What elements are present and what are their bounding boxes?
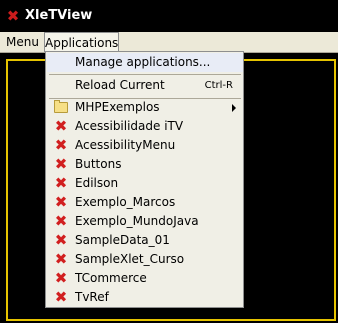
app-item[interactable]: ✖ TvRef [47,288,243,307]
menu-item-label: Acessibilidade iTV [75,119,184,133]
title-bar: ✖ XleTView [0,0,338,32]
manage-applications-item[interactable]: Manage applications... [47,53,243,72]
menu-item-label: TvRef [75,290,109,304]
menu-item-label: Edilson [75,176,119,190]
menu-item-label: Buttons [75,157,122,171]
x-icon: ✖ [6,7,20,25]
menu-bar: Menu Applications [0,32,338,53]
menu-item-label: Reload Current [75,78,165,92]
x-icon: ✖ [54,193,68,211]
menu-item-menu[interactable]: Menu [6,32,39,52]
applications-dropdown: Manage applications... Reload Current Ct… [45,51,244,308]
x-icon: ✖ [54,269,68,287]
app-item[interactable]: ✖ SampleXlet_Curso [47,250,243,269]
app-item[interactable]: ✖ Acessibilidade iTV [47,117,243,136]
x-icon: ✖ [54,136,68,154]
menu-item-label: Exemplo_MundoJava [75,214,199,228]
shortcut-label: Ctrl-R [204,80,233,91]
x-icon: ✖ [54,174,68,192]
reload-current-item[interactable]: Reload Current Ctrl-R [47,76,243,95]
menu-item-label: SampleXlet_Curso [75,252,185,266]
menu-item-label: AcessibilityMenu [75,138,176,152]
app-item[interactable]: ✖ Buttons [47,155,243,174]
app-item[interactable]: ✖ Edilson [47,174,243,193]
menu-item-label: Manage applications... [75,55,211,69]
menu-item-label: TCommerce [75,271,147,285]
x-icon: ✖ [54,231,68,249]
folder-item-mhpexemplos[interactable]: MHPExemplos [47,98,243,117]
folder-icon [54,100,68,113]
x-icon: ✖ [54,288,68,306]
window-title: XleTView [25,8,93,23]
app-item[interactable]: ✖ SampleData_01 [47,231,243,250]
x-icon: ✖ [54,250,68,268]
x-icon: ✖ [54,117,68,135]
app-item[interactable]: ✖ Exemplo_MundoJava [47,212,243,231]
submenu-arrow-icon [232,104,236,112]
app-item[interactable]: ✖ Exemplo_Marcos [47,193,243,212]
menu-item-label: SampleData_01 [75,233,170,247]
x-icon: ✖ [54,212,68,230]
menu-item-applications[interactable]: Applications [44,32,119,52]
menu-item-label: MHPExemplos [75,100,160,114]
app-item[interactable]: ✖ TCommerce [47,269,243,288]
menu-item-label: Exemplo_Marcos [75,195,176,209]
menu-separator [49,74,241,75]
x-icon: ✖ [54,155,68,173]
app-item[interactable]: ✖ AcessibilityMenu [47,136,243,155]
